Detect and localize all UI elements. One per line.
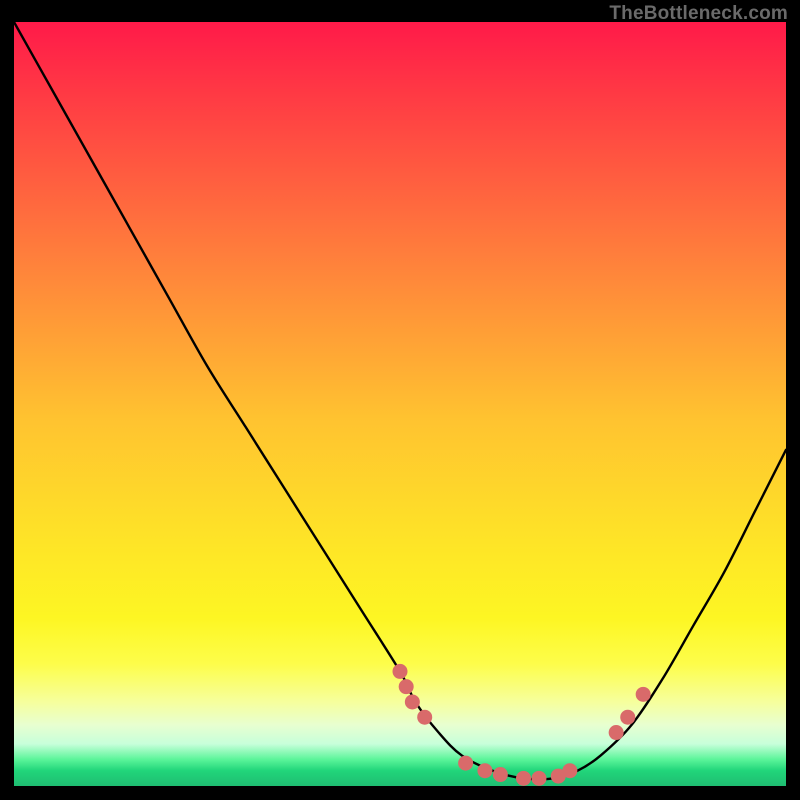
highlight-point — [562, 763, 577, 778]
highlight-point — [405, 694, 420, 709]
highlight-point — [477, 763, 492, 778]
highlight-point — [417, 710, 432, 725]
highlight-point — [393, 664, 408, 679]
highlight-point — [399, 679, 414, 694]
chart-frame: TheBottleneck.com — [0, 0, 800, 800]
plot-area — [14, 22, 786, 786]
curve-svg — [14, 22, 786, 786]
highlight-point — [531, 771, 546, 786]
highlight-point — [493, 767, 508, 782]
highlight-point — [620, 710, 635, 725]
highlight-point — [458, 756, 473, 771]
highlight-point — [609, 725, 624, 740]
highlight-point — [516, 771, 531, 786]
highlight-point — [636, 687, 651, 702]
